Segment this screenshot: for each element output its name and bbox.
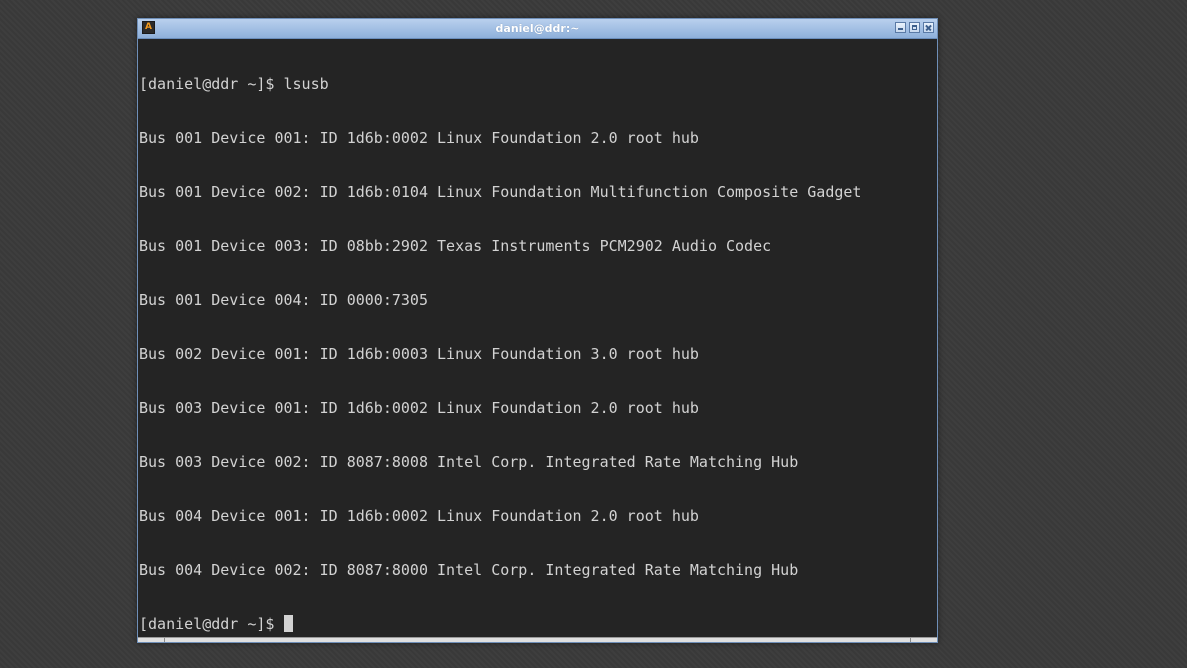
resize-grip-right[interactable] [910,638,911,642]
command-line: [daniel@ddr ~]$ lsusb [139,75,937,93]
resize-grip-left[interactable] [164,638,165,642]
close-icon[interactable] [923,22,934,33]
prompt: [daniel@ddr ~]$ [139,615,284,633]
window-bottom-border[interactable] [138,637,937,642]
window-controls [895,22,934,33]
terminal-window[interactable]: A daniel@ddr:~ [daniel@ddr ~]$ lsusb Bus… [137,18,938,643]
output-line: Bus 001 Device 002: ID 1d6b:0104 Linux F… [139,183,862,201]
command-text: lsusb [283,75,329,93]
prompt: [daniel@ddr ~]$ [139,75,284,93]
output-line: Bus 002 Device 001: ID 1d6b:0003 Linux F… [139,345,699,363]
output-line: Bus 004 Device 002: ID 8087:8000 Intel C… [139,561,799,579]
output-line: Bus 003 Device 001: ID 1d6b:0002 Linux F… [139,399,699,417]
output-line: Bus 001 Device 003: ID 08bb:2902 Texas I… [139,237,772,255]
output-line: Bus 004 Device 001: ID 1d6b:0002 Linux F… [139,507,699,525]
text-cursor [283,615,293,632]
output-line: Bus 001 Device 001: ID 1d6b:0002 Linux F… [139,129,699,147]
terminal-output-area[interactable]: [daniel@ddr ~]$ lsusb Bus 001 Device 001… [138,39,937,638]
window-titlebar[interactable]: A daniel@ddr:~ [138,19,937,39]
window-title: daniel@ddr:~ [495,22,580,35]
maximize-icon[interactable] [909,22,920,33]
minimize-icon[interactable] [895,22,906,33]
output-line: Bus 003 Device 002: ID 8087:8008 Intel C… [139,453,799,471]
output-line: Bus 001 Device 004: ID 0000:7305 [139,291,428,309]
input-line[interactable]: [daniel@ddr ~]$ [139,615,937,633]
